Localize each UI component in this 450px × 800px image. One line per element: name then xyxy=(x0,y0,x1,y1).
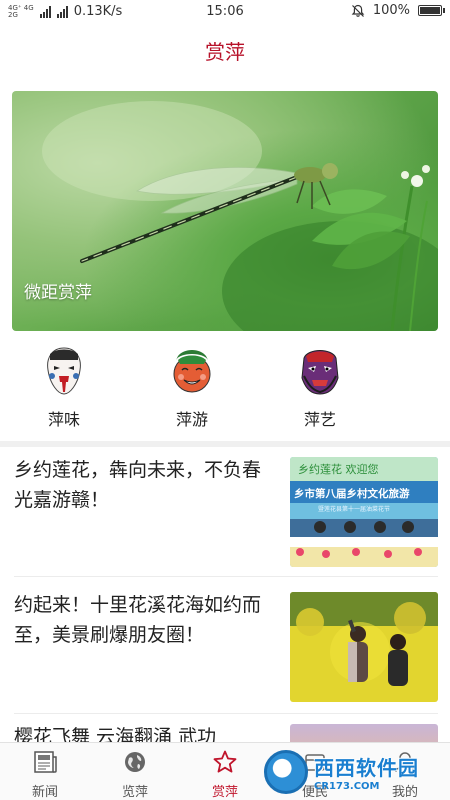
tab-label: 赏萍 xyxy=(211,785,238,800)
opera-mask-white-icon xyxy=(47,347,81,395)
news-thumbnail xyxy=(290,592,438,702)
category-pingyi[interactable]: 萍艺 xyxy=(280,340,360,430)
watermark-text: 西西软件园 CR173.COM xyxy=(314,752,419,792)
tab-appreciate[interactable]: 赏萍 xyxy=(180,743,270,800)
page-title: 赏萍 xyxy=(205,40,245,64)
news-thumbnail: 乡约莲花 欢迎您 乡市第八届乡村文化旅游 暨莲花县第十一届油菜花节 xyxy=(290,457,438,567)
category-row: 萍味 萍游 萍艺 xyxy=(0,340,450,436)
watermark-main: 西西软件园 xyxy=(314,756,419,780)
smiling-mask-icon xyxy=(173,350,211,393)
globe-icon xyxy=(125,752,145,772)
watermark-logo-icon xyxy=(264,750,308,794)
category-label: 萍艺 xyxy=(303,410,336,429)
watermark-sub: CR173.COM xyxy=(314,781,380,792)
fierce-mask-icon xyxy=(301,350,339,395)
section-divider xyxy=(0,441,450,447)
tab-label: 新闻 xyxy=(31,785,58,800)
status-bar: 4G⁺ 4G 2G 0.13K/s 15:06 100% xyxy=(0,0,450,26)
category-pingyou[interactable]: 萍游 xyxy=(152,340,232,430)
status-right: 100% xyxy=(351,3,445,18)
news-title: 约起来！十里花溪花海如约而至，美景刷爆朋友圈！ xyxy=(14,594,262,646)
battery-icon xyxy=(418,5,445,16)
newspaper-icon xyxy=(34,751,57,773)
tab-browse[interactable]: 览萍 xyxy=(90,743,180,800)
category-label: 萍味 xyxy=(47,410,80,429)
tab-news[interactable]: 新闻 xyxy=(0,743,90,800)
thumb-subheading: 暨莲花县第十一届油菜花节 xyxy=(318,505,390,513)
category-pingwei[interactable]: 萍味 xyxy=(24,340,104,430)
featured-banner[interactable]: 微距赏萍 xyxy=(12,91,438,331)
tab-label: 览萍 xyxy=(121,785,148,800)
battery-percent: 100% xyxy=(372,3,410,18)
banner-caption: 微距赏萍 xyxy=(24,283,92,303)
item-separator xyxy=(14,713,438,714)
item-separator xyxy=(14,576,438,577)
news-title: 乡约莲花，犇向未来，不负春光嘉游赣！ xyxy=(14,459,262,511)
mute-bell-icon xyxy=(351,4,365,17)
watermark-overlay: 西西软件园 CR173.COM xyxy=(264,750,444,794)
event-photo: 乡约莲花 欢迎您 乡市第八届乡村文化旅游 暨莲花县第十一届油菜花节 xyxy=(290,457,438,567)
category-label: 萍游 xyxy=(175,410,208,429)
flower-field-photo xyxy=(290,592,438,702)
thumb-heading: 乡市第八届乡村文化旅游 xyxy=(294,487,410,500)
thumb-banner-text: 乡约莲花 欢迎您 xyxy=(298,462,379,476)
star-icon xyxy=(213,750,237,773)
